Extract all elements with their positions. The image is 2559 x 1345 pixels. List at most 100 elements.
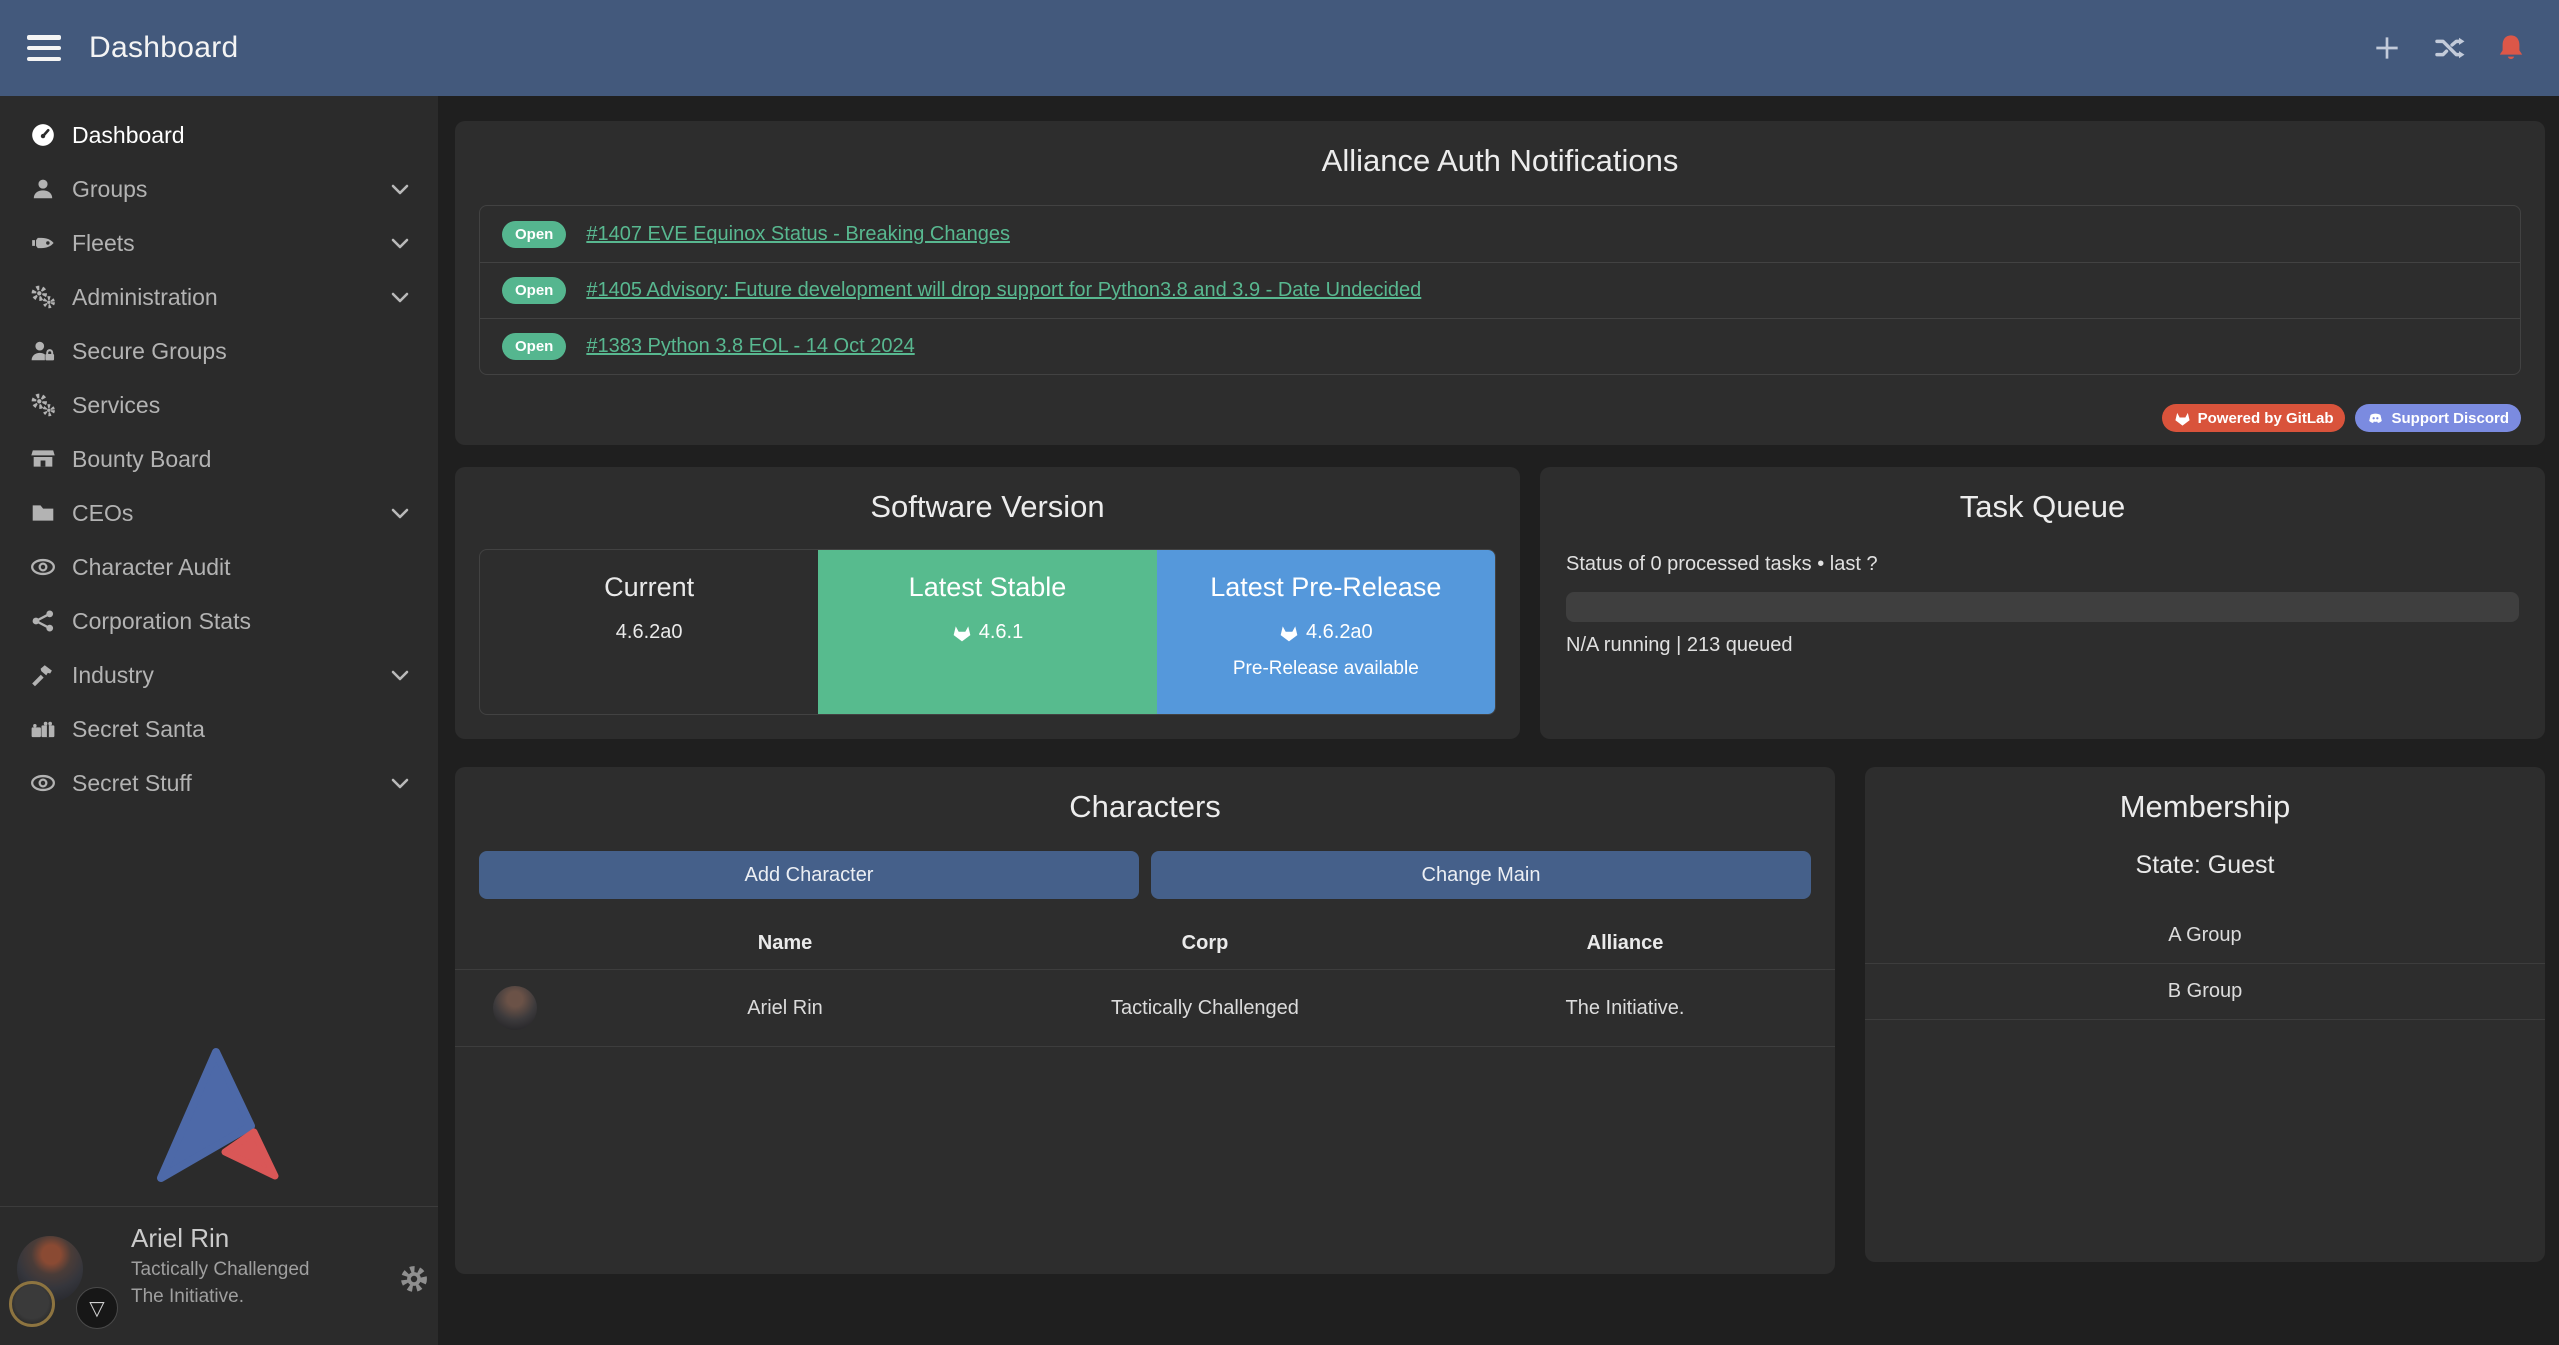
sidebar-item-label: Fleets (72, 230, 135, 257)
membership-group-row: A Group (1865, 908, 2545, 964)
characters-title: Characters (455, 767, 1835, 825)
store-icon (28, 446, 58, 472)
task-queue-panel: Task Queue Status of 0 processed tasks •… (1540, 467, 2545, 739)
sidebar: Dashboard Groups Fleets Administration Secur… (0, 96, 438, 1345)
user-lock-icon (28, 338, 58, 364)
membership-panel: Membership State: Guest A GroupB Group (1865, 767, 2545, 1262)
status-badge: Open (502, 277, 566, 304)
chevron-down-icon (388, 663, 412, 687)
status-badge: Open (502, 221, 566, 248)
prerelease-label: Latest Pre-Release (1157, 572, 1495, 603)
task-queue-counts: N/A running | 213 queued (1566, 634, 2519, 657)
user-corp: Tactically Challenged (131, 1259, 310, 1281)
gears-icon (28, 284, 58, 310)
support-discord-badge[interactable]: Support Discord (2355, 404, 2521, 432)
user-settings-gear-icon[interactable] (398, 1263, 430, 1295)
membership-title: Membership (1865, 767, 2545, 825)
hammer-icon (28, 662, 58, 688)
sidebar-item-label: CEOs (72, 500, 133, 527)
sidebar-item-bounty-board[interactable]: Bounty Board (0, 432, 438, 486)
version-current: Current 4.6.2a0 (480, 550, 818, 714)
change-main-shuffle-icon[interactable] (2433, 32, 2465, 64)
character-corp: Tactically Challenged (995, 997, 1415, 1020)
gitlab-icon (952, 623, 972, 643)
notifications-bell-icon[interactable] (2495, 32, 2527, 64)
notification-link[interactable]: #1407 EVE Equinox Status - Breaking Chan… (586, 223, 1010, 246)
notification-row: Open #1383 Python 3.8 EOL - 14 Oct 2024 (480, 318, 2520, 374)
characters-table: Name Corp Alliance Ariel RinTactically C… (455, 917, 1835, 1047)
eye-icon (28, 554, 58, 580)
sidebar-item-label: Secret Santa (72, 716, 205, 743)
notification-row: Open #1407 EVE Equinox Status - Breaking … (480, 206, 2520, 262)
prerelease-version: 4.6.2a0 (1306, 621, 1373, 644)
notification-link[interactable]: #1405 Advisory: Future development will … (586, 279, 1421, 302)
top-navbar: Dashboard (0, 0, 2559, 96)
user-icon (28, 176, 58, 202)
membership-state: State: Guest (1865, 851, 2545, 880)
sidebar-menu: Dashboard Groups Fleets Administration Secur… (0, 96, 438, 810)
software-version-panel: Software Version Current 4.6.2a0 Latest … (455, 467, 1520, 739)
change-main-button[interactable]: Change Main (1151, 851, 1811, 899)
sidebar-item-secret-santa[interactable]: Secret Santa (0, 702, 438, 756)
characters-panel: Characters Add Character Change Main Nam… (455, 767, 1835, 1274)
sidebar-item-services[interactable]: Services (0, 378, 438, 432)
sidebar-item-label: Services (72, 392, 160, 419)
task-queue-status: Status of 0 processed tasks • last ? (1566, 553, 2519, 576)
add-character-button[interactable]: Add Character (479, 851, 1139, 899)
header-alliance: Alliance (1415, 932, 1835, 955)
notification-footer-badges: Powered by GitLab Support Discord (2162, 404, 2521, 432)
membership-group-row: B Group (1865, 964, 2545, 1020)
user-alliance: The Initiative. (131, 1286, 244, 1308)
characters-table-header: Name Corp Alliance (455, 917, 1835, 969)
gauge-icon (28, 122, 58, 148)
sidebar-item-ceos[interactable]: CEOs (0, 486, 438, 540)
current-version: 4.6.2a0 (616, 621, 683, 644)
header-corp: Corp (995, 932, 1415, 955)
user-name: Ariel Rin (131, 1223, 229, 1254)
status-badge: Open (502, 333, 566, 360)
character-alliance: The Initiative. (1415, 997, 1835, 1020)
character-portrait (493, 986, 537, 1030)
notification-link[interactable]: #1383 Python 3.8 EOL - 14 Oct 2024 (586, 335, 914, 358)
stable-version: 4.6.1 (979, 621, 1023, 644)
folder-icon (28, 500, 58, 526)
hamburger-menu-icon[interactable] (27, 35, 61, 61)
sidebar-item-groups[interactable]: Groups (0, 162, 438, 216)
sidebar-item-dashboard[interactable]: Dashboard (0, 108, 438, 162)
sidebar-item-secret-stuff[interactable]: Secret Stuff (0, 756, 438, 810)
sidebar-item-label: Administration (72, 284, 218, 311)
sidebar-item-label: Industry (72, 662, 154, 689)
character-row: Ariel RinTactically ChallengedThe Initia… (455, 969, 1835, 1047)
gears-icon (28, 392, 58, 418)
character-name: Ariel Rin (575, 997, 995, 1020)
alliance-auth-logo (155, 1040, 283, 1185)
notification-row: Open #1405 Advisory: Future development w… (480, 262, 2520, 318)
notifications-panel: Alliance Auth Notifications Open#1407 EV… (455, 121, 2545, 445)
sidebar-item-administration[interactable]: Administration (0, 270, 438, 324)
user-panel: ▽ Ariel Rin Tactically Challenged The In… (0, 1207, 438, 1345)
sidebar-item-corporation-stats[interactable]: Corporation Stats (0, 594, 438, 648)
add-character-icon[interactable] (2371, 32, 2403, 64)
discord-badge-label: Support Discord (2391, 410, 2509, 427)
sidebar-item-character-audit[interactable]: Character Audit (0, 540, 438, 594)
sidebar-item-label: Groups (72, 176, 147, 203)
sidebar-item-label: Dashboard (72, 122, 185, 149)
current-label: Current (480, 572, 818, 603)
sidebar-item-label: Secret Stuff (72, 770, 192, 797)
chevron-down-icon (388, 285, 412, 309)
sidebar-item-label: Corporation Stats (72, 608, 251, 635)
eye-icon (28, 770, 58, 796)
software-version-title: Software Version (455, 467, 1520, 525)
chevron-down-icon (388, 771, 412, 795)
task-progress-bar (1566, 592, 2519, 622)
sidebar-item-industry[interactable]: Industry (0, 648, 438, 702)
sidebar-item-fleets[interactable]: Fleets (0, 216, 438, 270)
sidebar-item-secure-groups[interactable]: Secure Groups (0, 324, 438, 378)
page-title: Dashboard (89, 31, 238, 65)
chevron-down-icon (388, 501, 412, 525)
version-stable: Latest Stable 4.6.1 (818, 550, 1156, 714)
powered-by-gitlab-badge[interactable]: Powered by GitLab (2162, 404, 2346, 432)
sidebar-item-label: Secure Groups (72, 338, 227, 365)
chevron-down-icon (388, 231, 412, 255)
prerelease-note: Pre-Release available (1157, 658, 1495, 680)
